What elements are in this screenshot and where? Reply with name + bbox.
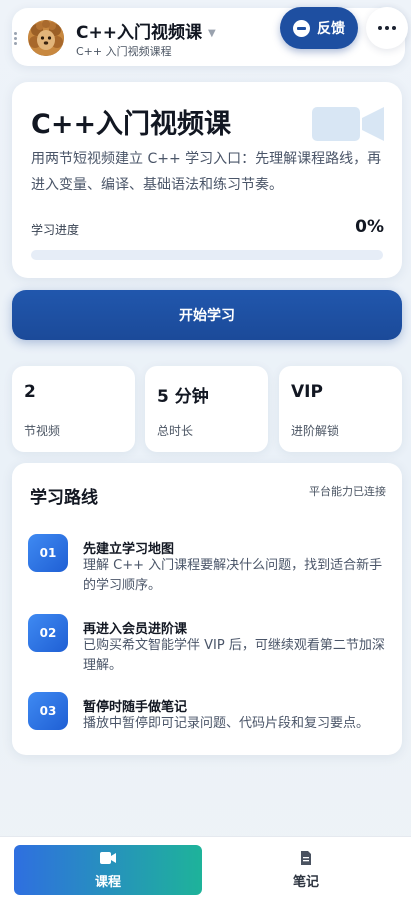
note-icon bbox=[301, 850, 311, 865]
step-description: 理解 C++ 入门课程要解决什么问题，找到适合新手的学习顺序。 bbox=[83, 558, 383, 593]
stat-card-vip: VIP 进阶解锁 bbox=[279, 366, 402, 452]
course-title: C++入门视频课 bbox=[31, 109, 232, 140]
more-options-button[interactable] bbox=[366, 7, 408, 49]
app-subtitle: C++ 入门视频课程 bbox=[76, 45, 172, 58]
more-dot-icon bbox=[378, 26, 382, 30]
tab-course[interactable]: 课程 bbox=[14, 845, 202, 895]
feedback-button[interactable]: 反馈 bbox=[280, 7, 358, 49]
stat-label: 总时长 bbox=[157, 424, 194, 438]
stat-value: 5 分钟 bbox=[157, 387, 209, 407]
step-title: 再进入会员进阶课 bbox=[83, 622, 188, 637]
learning-route-card: 学习路线 平台能力已连接 01 先建立学习地图 理解 C++ 入门课程要解决什么… bbox=[12, 463, 402, 755]
drag-handle-icon[interactable] bbox=[14, 30, 20, 46]
app-title[interactable]: C++入门视频课 ▼ bbox=[76, 18, 216, 43]
step-title: 先建立学习地图 bbox=[83, 542, 175, 557]
stat-card-videos: 2 节视频 bbox=[12, 366, 135, 452]
stat-label: 进阶解锁 bbox=[291, 424, 340, 438]
bottom-nav: 课程 笔记 bbox=[0, 836, 411, 901]
course-hero-card: C++入门视频课 用两节短视频建立 C++ 学习入口：先理解课程路线，再进入变量… bbox=[12, 82, 402, 278]
avatar[interactable] bbox=[28, 20, 64, 56]
course-description: 用两节短视频建立 C++ 学习入口：先理解课程路线，再进入变量、编译、基础语法和… bbox=[31, 151, 382, 193]
step-title: 暂停时随手做笔记 bbox=[83, 700, 188, 715]
tab-notes-label: 笔记 bbox=[292, 874, 319, 890]
stat-card-duration: 5 分钟 总时长 bbox=[145, 366, 268, 452]
tab-course-label: 课程 bbox=[94, 874, 121, 890]
feedback-icon bbox=[293, 19, 310, 37]
step-number-badge: 01 bbox=[28, 534, 68, 572]
more-dot-icon bbox=[392, 26, 396, 30]
step-number-badge: 03 bbox=[28, 692, 68, 730]
stat-value: 2 bbox=[24, 382, 36, 402]
feedback-label: 反馈 bbox=[317, 21, 345, 37]
progress-value: 0% bbox=[355, 217, 384, 237]
step-description: 已购买希文智能学伴 VIP 后，可继续观看第二节加深理解。 bbox=[83, 638, 385, 673]
dropdown-caret-icon: ▼ bbox=[207, 27, 216, 39]
video-camera-icon bbox=[312, 107, 384, 141]
video-icon bbox=[100, 851, 116, 864]
stat-label: 节视频 bbox=[24, 424, 61, 438]
tab-notes[interactable]: 笔记 bbox=[212, 845, 400, 895]
stat-value: VIP bbox=[291, 382, 323, 402]
more-dot-icon bbox=[385, 26, 389, 30]
platform-status: 平台能力已连接 bbox=[309, 485, 386, 498]
progress-label: 学习进度 bbox=[31, 223, 80, 237]
progress-bar bbox=[31, 250, 383, 260]
app-title-text: C++入门视频课 bbox=[76, 23, 202, 43]
step-number-badge: 02 bbox=[28, 614, 68, 652]
start-learning-button[interactable]: 开始学习 bbox=[12, 290, 402, 340]
route-title: 学习路线 bbox=[30, 488, 98, 508]
step-description: 播放中暂停即可记录问题、代码片段和复习要点。 bbox=[83, 716, 370, 731]
